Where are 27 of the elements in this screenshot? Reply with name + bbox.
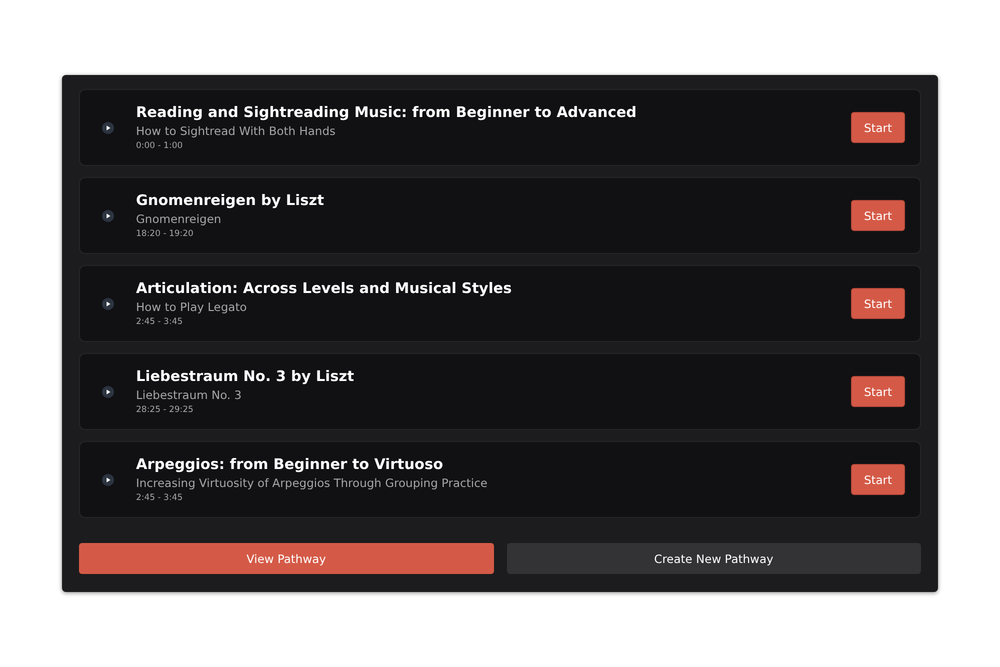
create-pathway-button[interactable]: Create New Pathway <box>506 543 921 574</box>
lesson-title: Articulation: Across Levels and Musical Styles <box>136 280 513 298</box>
play-icon[interactable] <box>102 122 114 134</box>
play-icon[interactable] <box>102 386 114 398</box>
lesson-time: 28:25 - 29:25 <box>136 404 194 416</box>
lesson-subtitle: Increasing Virtuosity of Arpeggios Through Grouping Practice <box>136 474 488 490</box>
play-icon[interactable] <box>102 210 114 222</box>
lesson-time: 2:45 - 3:45 <box>136 316 184 328</box>
lesson-title: Reading and Sightreading Music: from Beginner to Advanced <box>136 104 638 122</box>
lesson-time: 0:00 - 1:00 <box>136 140 184 152</box>
lesson-title: Arpeggios: from Beginner to Virtuoso <box>136 456 444 474</box>
play-icon[interactable] <box>102 298 114 310</box>
start-button[interactable]: Start <box>851 376 905 407</box>
lesson-time: 2:45 - 3:45 <box>136 492 184 504</box>
start-button[interactable]: Start <box>851 112 905 143</box>
play-icon[interactable] <box>102 474 114 486</box>
lesson-subtitle: Liebestraum No. 3 <box>136 386 243 402</box>
lesson-subtitle: How to Sightread With Both Hands <box>136 122 337 138</box>
start-button[interactable]: Start <box>851 288 905 319</box>
lesson-subtitle: Gnomenreigen <box>136 210 222 226</box>
lesson-title: Liebestraum No. 3 by Liszt <box>136 368 356 386</box>
lesson-subtitle: How to Play Legato <box>136 298 248 314</box>
start-button[interactable]: Start <box>851 200 905 231</box>
start-button[interactable]: Start <box>851 464 905 495</box>
view-pathway-button[interactable]: View Pathway <box>79 543 494 574</box>
lesson-time: 18:20 - 19:20 <box>136 228 194 240</box>
lesson-title: Gnomenreigen by Liszt <box>136 192 326 210</box>
